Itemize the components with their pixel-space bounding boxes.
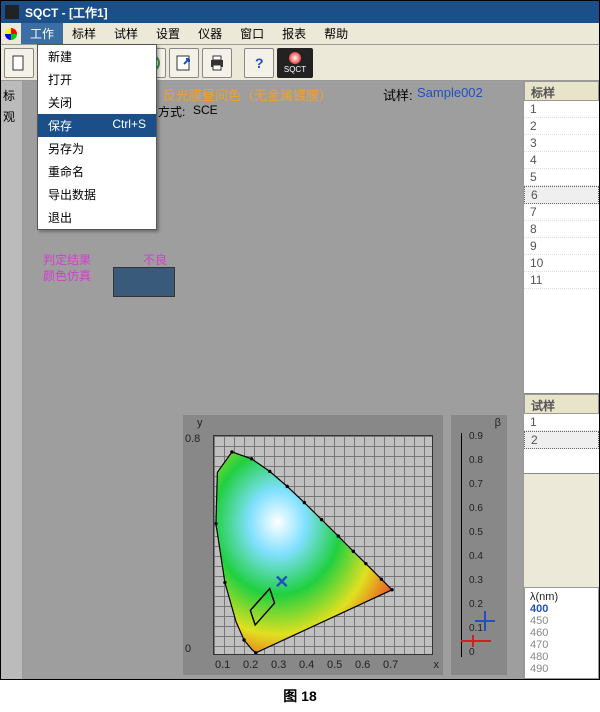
title-bar: SQCT - [工作1] (1, 1, 599, 23)
list-item[interactable]: 5 (524, 169, 599, 186)
list-item[interactable]: 10 (524, 255, 599, 272)
wavelength-list[interactable]: λ(nm) 400 450 460 470 480 490 (524, 587, 599, 679)
window-title: SQCT - [工作1] (25, 4, 108, 21)
list-item[interactable]: 8 (524, 221, 599, 238)
toolbar-separator (235, 48, 241, 78)
menu-rename[interactable]: 重命名 (38, 160, 156, 183)
menu-new[interactable]: 新建 (38, 45, 156, 68)
menu-sample[interactable]: 试样 (105, 23, 147, 44)
figure-caption: 图 18 (0, 680, 600, 712)
beta-label: β (495, 417, 501, 429)
judge-sim-label: 颜色仿真 (43, 267, 91, 284)
menu-export[interactable]: 导出数据 (38, 183, 156, 206)
judge-result-label: 判定结果 (43, 251, 91, 268)
standard-list-header: 标样 (524, 81, 599, 101)
y-axis-label: y (197, 417, 203, 429)
gutter-label-2: 观 (3, 108, 20, 125)
list-item[interactable]: 6 (524, 186, 599, 204)
menu-open[interactable]: 打开 (38, 68, 156, 91)
judge-result-value: 不良 (143, 251, 167, 268)
menu-work[interactable]: 工作 (21, 23, 63, 44)
work-menu-dropdown: 新建 打开 关闭 保存Ctrl+S 另存为 重命名 导出数据 退出 (37, 44, 157, 230)
cie-chart[interactable]: y x 0.8 0 0.1 0.2 0.3 0.4 0.5 0.6 0.7 (183, 415, 443, 675)
list-item[interactable]: 490 (530, 663, 593, 675)
menu-help[interactable]: 帮助 (315, 23, 357, 44)
menu-window[interactable]: 窗口 (231, 23, 273, 44)
list-item[interactable]: 11 (524, 272, 599, 289)
sample-list-header: 试样 (524, 394, 599, 414)
mode-value: SCE (193, 103, 218, 117)
sqct-icon[interactable]: SQCT (277, 48, 313, 78)
menu-bar: 工作 标样 试样 设置 仪器 窗口 报表 帮助 (1, 23, 599, 45)
logo-icon (1, 23, 21, 44)
menu-standard[interactable]: 标样 (63, 23, 105, 44)
standard-list-section: 标样 1 2 3 4 5 6 7 8 9 10 11 (524, 81, 599, 394)
menu-save[interactable]: 保存Ctrl+S (38, 114, 156, 137)
list-item[interactable]: 4 (524, 152, 599, 169)
list-item[interactable]: 2 (524, 118, 599, 135)
svg-text:?: ? (255, 55, 264, 71)
left-gutter: 标 观 (1, 81, 23, 679)
menu-instrument[interactable]: 仪器 (189, 23, 231, 44)
sample-list[interactable]: 1 2 (524, 414, 599, 473)
export-icon[interactable] (169, 48, 199, 78)
cross-marker-icon (451, 605, 507, 655)
list-item[interactable]: 480 (530, 651, 593, 663)
list-item[interactable]: 2 (524, 431, 599, 449)
right-sidebar: 标样 1 2 3 4 5 6 7 8 9 10 11 (523, 81, 599, 679)
list-item[interactable]: 1 (524, 101, 599, 118)
list-item[interactable]: 9 (524, 238, 599, 255)
list-item[interactable]: 460 (530, 627, 593, 639)
menu-settings[interactable]: 设置 (147, 23, 189, 44)
list-item[interactable]: 3 (524, 135, 599, 152)
menu-close[interactable]: 关闭 (38, 91, 156, 114)
new-icon[interactable] (4, 48, 34, 78)
color-swatch (113, 267, 175, 297)
list-item[interactable]: 400 (530, 603, 593, 615)
standard-list[interactable]: 1 2 3 4 5 6 7 8 9 10 11 (524, 101, 599, 393)
list-item[interactable]: 7 (524, 204, 599, 221)
gamut-plot-icon (214, 436, 432, 654)
standard-name: 反光膜昼间色（无金属镀膜） (163, 85, 332, 104)
sample-value: Sample002 (417, 85, 483, 100)
list-item[interactable]: 450 (530, 615, 593, 627)
print-icon[interactable] (202, 48, 232, 78)
sample-label: 试样: (383, 85, 413, 104)
mode-label: 方式: (158, 103, 185, 120)
beta-axis: β 0.9 0.8 0.7 0.6 0.5 0.4 0.3 0.2 0.1 0 (451, 415, 507, 675)
app-icon (5, 5, 19, 19)
x-axis-label: x (434, 659, 440, 671)
menu-saveas[interactable]: 另存为 (38, 137, 156, 160)
gutter-label-1: 标 (3, 87, 20, 104)
wavelength-title: λ(nm) (530, 591, 593, 603)
list-item[interactable]: 470 (530, 639, 593, 651)
menu-exit[interactable]: 退出 (38, 206, 156, 229)
menu-report[interactable]: 报表 (273, 23, 315, 44)
help-icon[interactable]: ? (244, 48, 274, 78)
sample-list-section: 试样 1 2 (524, 394, 599, 474)
list-item[interactable]: 1 (524, 414, 599, 431)
